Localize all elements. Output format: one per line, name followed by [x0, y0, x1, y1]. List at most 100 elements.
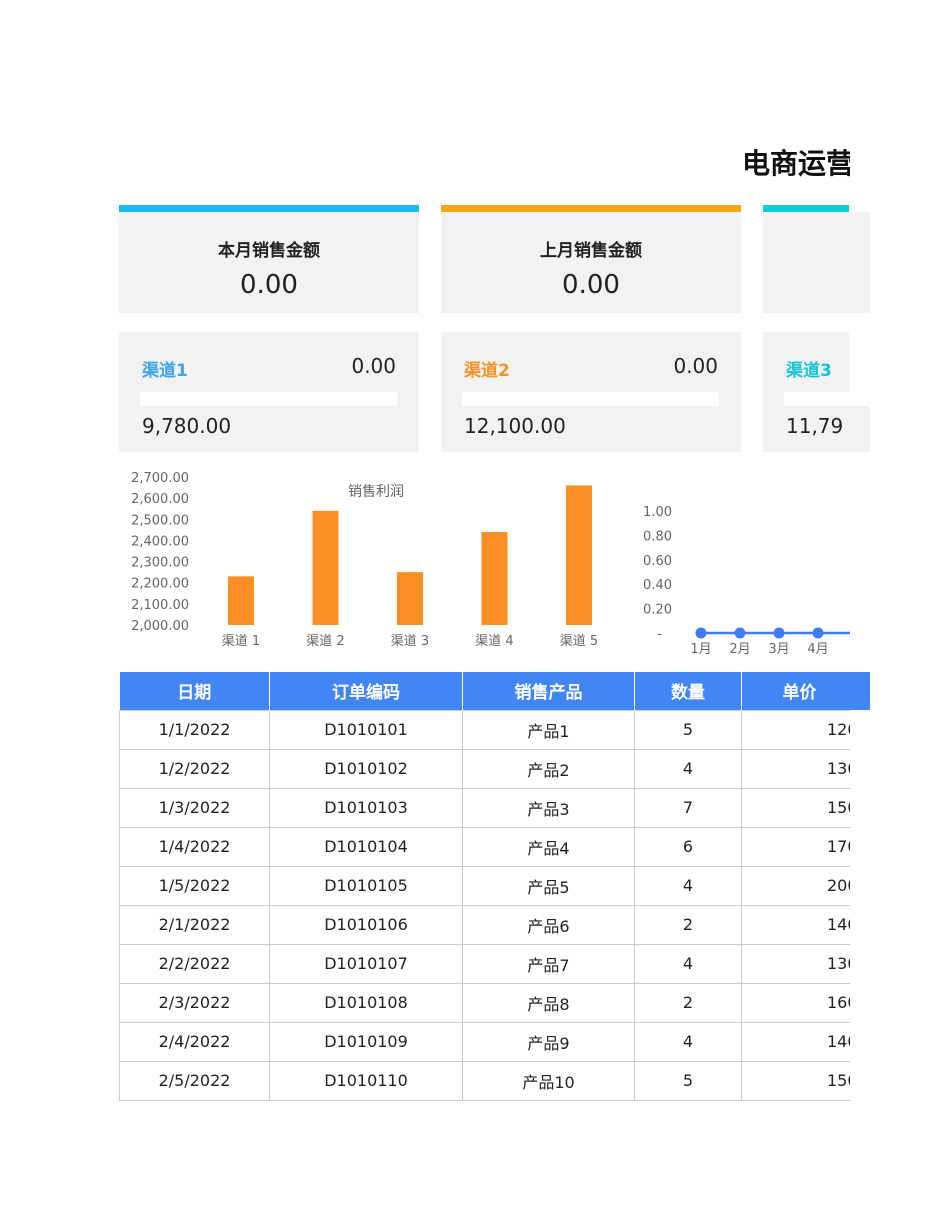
table-cell: 130 [740, 943, 858, 984]
table-cell: D1010109 [269, 1021, 463, 1062]
channel-value: 0.00 [673, 354, 718, 378]
table-cell: 5 [634, 1060, 742, 1101]
clip [850, 460, 870, 665]
table-cell: 150 [740, 787, 858, 828]
channel-card-1: 渠道1 0.00 9,780.00 [119, 332, 419, 452]
table-cell: 4 [634, 865, 742, 906]
table-row: 1/2/2022 D1010102 产品2 4 130 [119, 748, 858, 789]
charts: 2,000.00 2,100.00 2,200.00 2,300.00 2,400.00… [131, 460, 870, 665]
x-tick-label: 渠道 2 [306, 634, 344, 649]
table-row: 1/5/2022 D1010105 产品5 4 200 [119, 865, 858, 906]
table-cell: 120 [740, 709, 858, 750]
table-cell: 1/5/2022 [119, 865, 270, 906]
table-header: 日期 订单编码 销售产品 数量 单价 [119, 672, 859, 710]
column-header[interactable]: 销售产品 [462, 672, 635, 710]
bar [228, 576, 254, 625]
table-cell: 200 [740, 865, 858, 906]
card-label: 本月销售金额 [218, 241, 320, 261]
table-cell: 7 [634, 787, 742, 828]
this-month-sales-card: 本月销售金额 0.00 [119, 212, 419, 313]
table-cell: 1/2/2022 [119, 748, 270, 789]
channel-total: 11,79 [786, 414, 844, 438]
table-cell: 产品8 [462, 982, 635, 1023]
table-cell: 2/4/2022 [119, 1021, 270, 1062]
x-tick-label: 2月 [729, 642, 750, 657]
card-accent-bar [441, 205, 741, 212]
table-cell: 产品10 [462, 1060, 635, 1101]
third-card [763, 212, 870, 313]
column-header[interactable]: 单价 [741, 672, 859, 710]
table-row: 2/5/2022 D1010110 产品10 5 150 [119, 1060, 858, 1101]
table-cell: D1010102 [269, 748, 463, 789]
table-cell: 2 [634, 982, 742, 1023]
table-cell: 产品1 [462, 709, 635, 750]
table-cell: D1010101 [269, 709, 463, 750]
y-tick-label: 2,700.00 [131, 471, 189, 486]
data-point [812, 627, 824, 639]
table-row: 1/4/2022 D1010104 产品4 6 170 [119, 826, 858, 867]
table-cell: D1010105 [269, 865, 463, 906]
y-tick-label: 2,300.00 [131, 556, 189, 571]
last-month-sales-card: 上月销售金额 0.00 [441, 212, 741, 313]
x-tick-label: 4月 [807, 642, 828, 657]
x-tick-label: 渠道 3 [391, 634, 429, 649]
table-cell: D1010110 [269, 1060, 463, 1101]
table-cell: 产品4 [462, 826, 635, 867]
table-cell: 4 [634, 748, 742, 789]
x-tick-label: 渠道 4 [475, 634, 513, 649]
table-cell: D1010106 [269, 904, 463, 945]
table-cell: 5 [634, 709, 742, 750]
y-tick-label: 1.00 [643, 505, 672, 520]
bar [397, 572, 423, 625]
table-row: 1/3/2022 D1010103 产品3 7 150 [119, 787, 858, 828]
clip [849, 332, 870, 406]
chart-title: 销售利润 [348, 484, 404, 500]
progress-bar [462, 392, 719, 406]
table-cell: 产品3 [462, 787, 635, 828]
table-cell: 产品5 [462, 865, 635, 906]
column-header[interactable]: 订单编码 [269, 672, 463, 710]
y-tick-label: 0.40 [643, 578, 672, 593]
table-cell: D1010103 [269, 787, 463, 828]
column-header[interactable]: 日期 [119, 672, 270, 710]
channel-name: 渠道3 [786, 361, 832, 381]
table-cell: 150 [740, 1060, 858, 1101]
channel-total: 9,780.00 [142, 414, 232, 438]
y-tick-label: 2,100.00 [131, 598, 189, 613]
channel-value: 0.00 [351, 354, 396, 378]
table-cell: 2/1/2022 [119, 904, 270, 945]
table-cell: 2 [634, 904, 742, 945]
table-cell: 4 [634, 943, 742, 984]
table-cell: 1/4/2022 [119, 826, 270, 867]
table-row: 2/3/2022 D1010108 产品8 2 160 [119, 982, 858, 1023]
table-cell: 6 [634, 826, 742, 867]
table-row: 1/1/2022 D1010101 产品1 5 120 [119, 709, 858, 750]
card-accent-bar [119, 205, 419, 212]
column-header[interactable]: 数量 [634, 672, 742, 710]
table-cell: 2/3/2022 [119, 982, 270, 1023]
table-cell: D1010107 [269, 943, 463, 984]
x-tick-label: 渠道 5 [560, 634, 598, 649]
x-tick-label: 3月 [768, 642, 789, 657]
header-cell-edge [850, 672, 870, 710]
table-cell: 140 [740, 904, 858, 945]
table-cell: 1/3/2022 [119, 787, 270, 828]
y-tick-label: 0.80 [643, 529, 672, 544]
x-tick-label: 1月 [690, 642, 711, 657]
table-cell: 产品6 [462, 904, 635, 945]
y-tick-label: 2,400.00 [131, 534, 189, 549]
card-accent-bar [763, 205, 849, 212]
y-tick-label: 2,600.00 [131, 492, 189, 507]
channel-total: 12,100.00 [464, 414, 566, 438]
table-cell: 170 [740, 826, 858, 867]
table-cell: 产品2 [462, 748, 635, 789]
table-cell: D1010104 [269, 826, 463, 867]
y-tick-label: 0.60 [643, 554, 672, 569]
table-cell: 产品7 [462, 943, 635, 984]
table-row: 2/1/2022 D1010106 产品6 2 140 [119, 904, 858, 945]
progress-bar [140, 392, 397, 406]
card-value: 0.00 [240, 270, 298, 300]
y-tick-label: 2,500.00 [131, 513, 189, 528]
data-point [773, 627, 785, 639]
channel-name: 渠道1 [142, 361, 188, 381]
